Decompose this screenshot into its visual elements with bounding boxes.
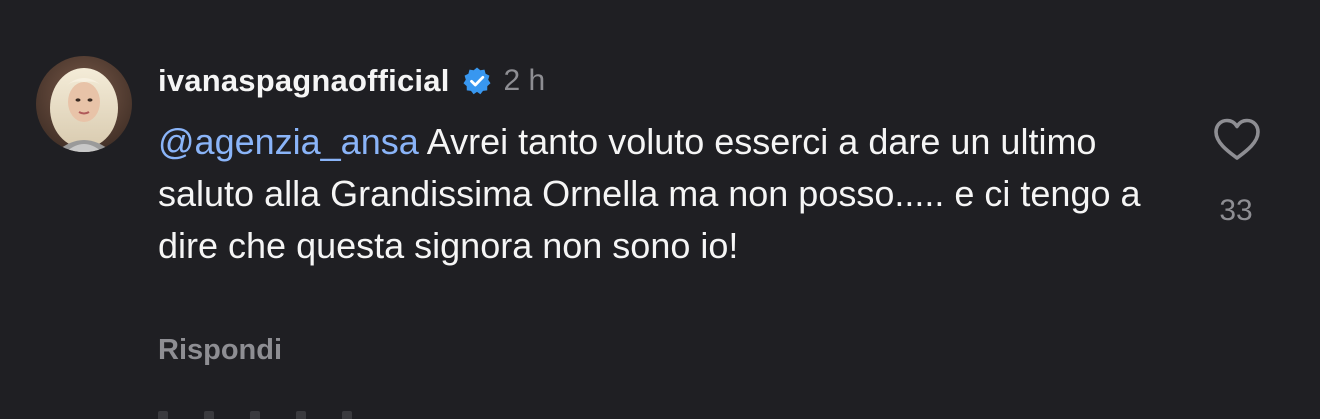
mention-link[interactable]: @agenzia_ansa bbox=[158, 121, 419, 162]
like-button[interactable] bbox=[1209, 112, 1265, 168]
comment-header: ivanaspagnaofficial 2 h bbox=[158, 58, 545, 104]
avatar-image bbox=[36, 56, 132, 152]
verified-badge-icon bbox=[462, 66, 492, 96]
next-content-edge bbox=[158, 408, 458, 419]
avatar[interactable] bbox=[36, 56, 132, 152]
heart-outline-icon bbox=[1214, 118, 1260, 160]
username[interactable]: ivanaspagnaofficial bbox=[158, 63, 450, 99]
timestamp: 2 h bbox=[503, 64, 546, 97]
comment: ivanaspagnaofficial 2 h @agenzia_ansa Av… bbox=[0, 0, 1320, 419]
comment-text: @agenzia_ansa Avrei tanto voluto esserci… bbox=[158, 116, 1168, 272]
like-count: 33 bbox=[1219, 194, 1253, 227]
reply-button[interactable]: Rispondi bbox=[158, 334, 282, 367]
